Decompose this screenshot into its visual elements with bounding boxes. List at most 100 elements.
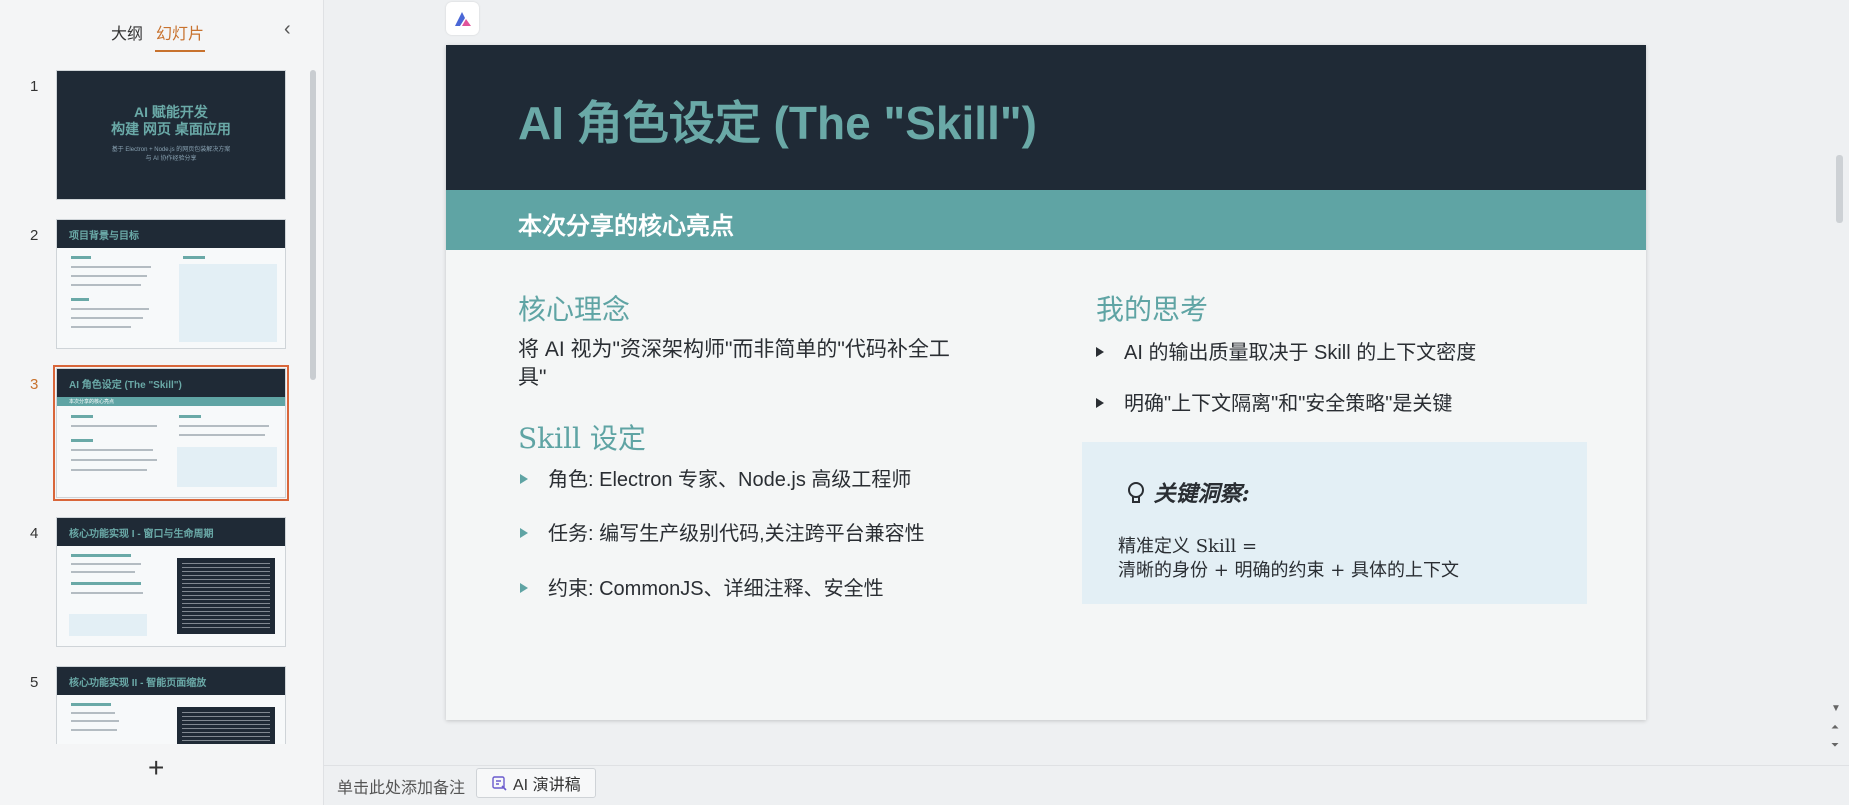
thumbnail-mark — [69, 614, 147, 636]
thumbnail-mark — [183, 256, 205, 259]
slide-thumbnail-row: 5 核心功能实现 II - 智能页面缩放 — [0, 664, 300, 744]
core-concept-line: 将 AI 视为"资深架构师"而非简单的"代码补全工 — [518, 338, 950, 361]
slide-thumbnail-1[interactable]: AI 赋能开发 构建 网页 桌面应用 基于 Electron + Node.js… — [56, 70, 286, 200]
thumbnail-mark — [179, 415, 201, 418]
slide-thumbnail-row: 1 AI 赋能开发 构建 网页 桌面应用 基于 Electron + Node.… — [0, 68, 300, 200]
thumbnail-mark — [71, 298, 89, 301]
slide-thumbnail-row: 2 项目背景与目标 — [0, 217, 300, 349]
thought-bullet[interactable]: AI 的输出质量取决于 Skill 的上下文密度 — [1096, 336, 1476, 365]
slide-number: 2 — [30, 227, 39, 244]
insight-line: 精准定义 Skill = — [1118, 536, 1258, 557]
thumbnail-mark — [71, 554, 131, 557]
insight-title-text: 关键洞察: — [1153, 481, 1250, 507]
slide-canvas[interactable]: AI 角色设定 (The "Skill") 本次分享的核心亮点 核心理念 将 A… — [446, 45, 1646, 720]
thumbnail-mark — [71, 703, 111, 706]
notes-input[interactable]: 单击此处添加备注 — [337, 774, 465, 798]
thumbnail-mark — [71, 712, 115, 714]
scroll-down-icon[interactable]: ▼ — [1831, 703, 1841, 715]
thumbnail-mark — [71, 571, 135, 573]
bullet-text: AI 的输出质量取决于 Skill 的上下文密度 — [1124, 342, 1477, 364]
core-concept-text[interactable]: 将 AI 视为"资深架构师"而非简单的"代码补全工 具" — [518, 336, 1028, 392]
thumbnail-mark — [179, 264, 277, 342]
ai-speech-icon — [492, 776, 507, 791]
slide-thumbnail-row: 3 AI 角色设定 (The "Skill") 本次分享的核心亮点 — [0, 365, 300, 501]
thumbnail-band: 本次分享的核心亮点 — [57, 397, 285, 406]
slide-number: 5 — [30, 674, 39, 691]
thumbnail-mark — [71, 415, 93, 418]
thumbnail-mark — [177, 707, 275, 744]
thumbnail-title-line2: 构建 网页 桌面应用 — [111, 121, 231, 137]
thumbnail-mark — [71, 592, 143, 594]
thumbnail-mark — [71, 275, 147, 277]
thumbnail-mark — [71, 469, 147, 471]
plus-icon[interactable]: + — [148, 753, 164, 783]
my-thoughts-heading[interactable]: 我的思考 — [1096, 288, 1208, 328]
thumbnail-mark — [177, 447, 277, 487]
thumbnail-mark — [71, 729, 117, 731]
editor-scrollbar[interactable] — [1836, 155, 1843, 223]
insight-box[interactable]: 关键洞察: 精准定义 Skill = 清晰的身份 + 明确的约束 + 具体的上下… — [1082, 442, 1587, 604]
previous-slide-icon[interactable]: ⏶ — [1831, 722, 1839, 734]
skill-bullet[interactable]: 约束: CommonJS、详细注释、安全性 — [520, 572, 884, 601]
skill-bullet[interactable]: 任务: 编写生产级别代码,关注跨平台兼容性 — [520, 517, 925, 546]
slide-thumbnail-list: 1 AI 赋能开发 构建 网页 桌面应用 基于 Electron + Node.… — [0, 68, 310, 744]
bullet-text: 约束: CommonJS、详细注释、安全性 — [548, 578, 884, 600]
thumbnail-mark — [71, 317, 143, 319]
tab-outline[interactable]: 大纲 — [111, 20, 143, 44]
notes-bar: 单击此处添加备注 AI 演讲稿 — [324, 765, 1849, 805]
thumbnail-subtitle-line2: 与 AI 协作经验分享 — [145, 156, 197, 162]
insight-line: 清晰的身份 + 明确的约束 + 具体的上下文 — [1118, 560, 1460, 581]
bullet-arrow-icon — [520, 583, 528, 593]
thumbnail-title-line1: AI 赋能开发 — [134, 104, 208, 120]
thumbnail-mark — [71, 266, 151, 268]
insight-text: 精准定义 Skill = 清晰的身份 + 明确的约束 + 具体的上下文 — [1118, 535, 1459, 583]
thumbnail-scrollbar[interactable] — [310, 70, 316, 380]
slide-number: 1 — [30, 78, 39, 95]
thumbnail-cover: AI 赋能开发 构建 网页 桌面应用 基于 Electron + Node.js… — [57, 71, 285, 199]
bullet-text: 明确"上下文隔离"和"安全策略"是关键 — [1124, 393, 1453, 415]
next-slide-icon[interactable]: ⏷ — [1831, 740, 1839, 752]
insight-title: 关键洞察: — [1126, 476, 1250, 508]
thumbnail-mark — [71, 308, 149, 310]
thumbnail-mark — [71, 439, 93, 442]
bullet-text: 任务: 编写生产级别代码,关注跨平台兼容性 — [548, 523, 925, 545]
thumbnail-mark — [71, 720, 119, 722]
thumbnail-mark — [71, 425, 157, 427]
bullet-arrow-icon — [1096, 398, 1104, 408]
slide-thumbnail-5[interactable]: 核心功能实现 II - 智能页面缩放 — [56, 666, 286, 744]
slide-title[interactable]: AI 角色设定 (The "Skill") — [518, 87, 1037, 153]
core-concept-heading[interactable]: 核心理念 — [518, 288, 630, 328]
slide-number: 4 — [30, 525, 39, 542]
skill-setting-heading[interactable]: Skill 设定 — [518, 417, 646, 457]
thumbnail-mark — [71, 449, 153, 451]
thumbnail-mark — [71, 284, 141, 286]
thumbnail-mark — [71, 326, 131, 328]
thumbnail-title: 核心功能实现 I - 窗口与生命周期 — [57, 518, 285, 546]
ai-speech-label: AI 演讲稿 — [513, 777, 581, 794]
tab-slides[interactable]: 幻灯片 — [154, 20, 206, 52]
thought-bullet[interactable]: 明确"上下文隔离"和"安全策略"是关键 — [1096, 387, 1452, 416]
thumbnail-mark — [179, 425, 269, 427]
thumbnail-title: 核心功能实现 II - 智能页面缩放 — [57, 667, 285, 695]
skill-bullet[interactable]: 角色: Electron 专家、Node.js 高级工程师 — [520, 463, 911, 492]
thumbnail-title: AI 角色设定 (The "Skill") — [57, 369, 285, 397]
bullet-text: 角色: Electron 专家、Node.js 高级工程师 — [548, 469, 912, 491]
thumbnail-mark — [71, 256, 91, 259]
thumbnail-mark — [177, 558, 275, 634]
app-logo-icon[interactable] — [446, 2, 479, 35]
slide-thumbnail-row: 4 核心功能实现 I - 窗口与生命周期 — [0, 515, 300, 647]
slide-thumbnail-2[interactable]: 项目背景与目标 — [56, 219, 286, 349]
core-concept-line: 具" — [518, 366, 547, 389]
slide-thumbnail-4[interactable]: 核心功能实现 I - 窗口与生命周期 — [56, 517, 286, 647]
slide-subtitle[interactable]: 本次分享的核心亮点 — [518, 206, 734, 241]
thumbnail-subtitle-line1: 基于 Electron + Node.js 的网页包装解决方案 — [111, 147, 231, 153]
thumbnail-mark — [71, 563, 141, 565]
slide-number: 3 — [30, 376, 39, 393]
slide-thumbnail-3[interactable]: AI 角色设定 (The "Skill") 本次分享的核心亮点 — [53, 365, 289, 501]
chevron-left-icon[interactable]: ‹ — [284, 18, 291, 41]
lightbulb-icon — [1126, 481, 1154, 507]
ai-speech-button[interactable]: AI 演讲稿 — [476, 768, 596, 798]
slide-panel: 大纲 幻灯片 ‹ 1 AI 赋能开发 构建 网页 桌面应用 基于 Electro… — [0, 0, 324, 805]
bullet-arrow-icon — [520, 474, 528, 484]
thumbnail-mark — [179, 434, 265, 436]
